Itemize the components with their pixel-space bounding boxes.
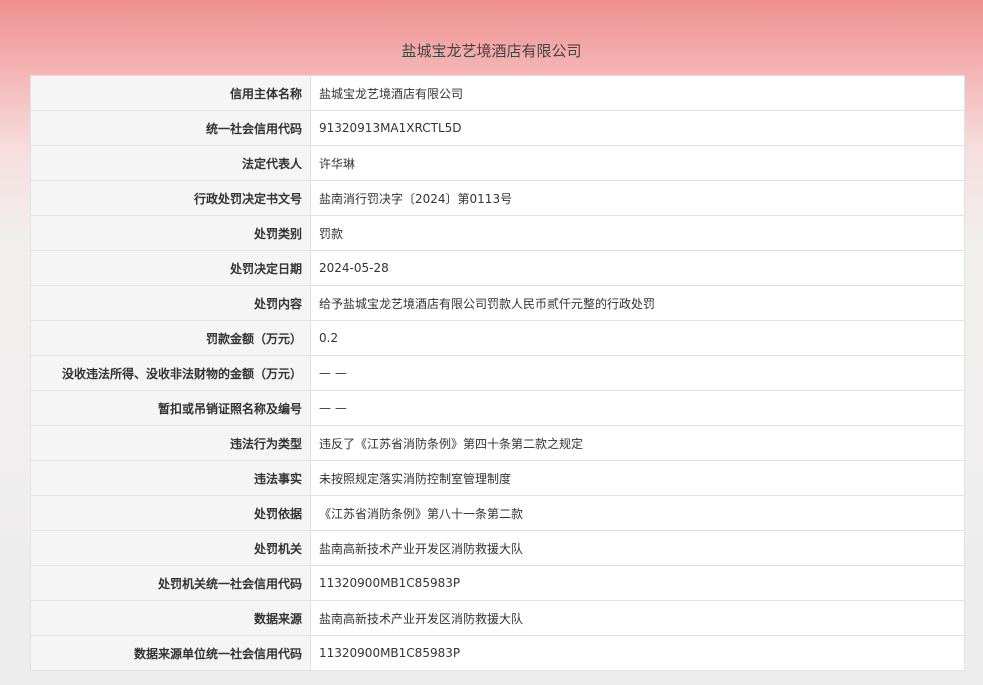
row-value: 0.2	[310, 320, 965, 356]
table-row: 处罚内容 给予盐城宝龙艺境酒店有限公司罚款人民币贰仟元整的行政处罚	[30, 285, 965, 321]
row-label: 信用主体名称	[30, 75, 311, 111]
row-value: 11320900MB1C85983P	[310, 635, 965, 671]
table-row: 处罚依据 《江苏省消防条例》第八十一条第二款	[30, 495, 965, 531]
row-value: 2024-05-28	[310, 250, 965, 286]
row-label: 处罚依据	[30, 495, 311, 531]
table-row: 处罚机关 盐南高新技术产业开发区消防救援大队	[30, 530, 965, 566]
row-value: 违反了《江苏省消防条例》第四十条第二款之规定	[310, 425, 965, 461]
table-row: 违法行为类型 违反了《江苏省消防条例》第四十条第二款之规定	[30, 425, 965, 461]
row-label: 违法行为类型	[30, 425, 311, 461]
table-row: 信用主体名称 盐城宝龙艺境酒店有限公司	[30, 75, 965, 111]
row-value: 盐南消行罚决字〔2024〕第0113号	[310, 180, 965, 216]
row-value: 91320913MA1XRCTL5D	[310, 110, 965, 146]
table-row: 法定代表人 许华琳	[30, 145, 965, 181]
table-row: 数据来源单位统一社会信用代码 11320900MB1C85983P	[30, 635, 965, 671]
row-value: 罚款	[310, 215, 965, 251]
row-label: 处罚内容	[30, 285, 311, 321]
credit-info-table: 信用主体名称 盐城宝龙艺境酒店有限公司 统一社会信用代码 91320913MA1XR…	[30, 75, 965, 671]
page-title: 盐城宝龙艺境酒店有限公司	[401, 42, 582, 60]
row-value: 许华琳	[310, 145, 965, 181]
row-label: 行政处罚决定书文号	[30, 180, 311, 216]
table-row: 处罚决定日期 2024-05-28	[30, 250, 965, 286]
row-value: 未按照规定落实消防控制室管理制度	[310, 460, 965, 496]
table-row: 没收违法所得、没收非法财物的金额（万元） — —	[30, 355, 965, 391]
row-label: 数据来源单位统一社会信用代码	[30, 635, 311, 671]
row-value: 给予盐城宝龙艺境酒店有限公司罚款人民币贰仟元整的行政处罚	[310, 285, 965, 321]
row-value: 盐南高新技术产业开发区消防救援大队	[310, 600, 965, 636]
row-label: 统一社会信用代码	[30, 110, 311, 146]
row-label: 处罚类别	[30, 215, 311, 251]
table-row: 数据来源 盐南高新技术产业开发区消防救援大队	[30, 600, 965, 636]
row-value: 盐南高新技术产业开发区消防救援大队	[310, 530, 965, 566]
row-label: 处罚决定日期	[30, 250, 311, 286]
table-row: 统一社会信用代码 91320913MA1XRCTL5D	[30, 110, 965, 146]
table-row: 罚款金额（万元） 0.2	[30, 320, 965, 356]
row-label: 法定代表人	[30, 145, 311, 181]
row-label: 违法事实	[30, 460, 311, 496]
table-row: 处罚机关统一社会信用代码 11320900MB1C85983P	[30, 565, 965, 601]
row-value: 《江苏省消防条例》第八十一条第二款	[310, 495, 965, 531]
row-label: 罚款金额（万元）	[30, 320, 311, 356]
row-value: — —	[310, 390, 965, 426]
row-value: 11320900MB1C85983P	[310, 565, 965, 601]
row-value: 盐城宝龙艺境酒店有限公司	[310, 75, 965, 111]
table-row: 行政处罚决定书文号 盐南消行罚决字〔2024〕第0113号	[30, 180, 965, 216]
table-row: 违法事实 未按照规定落实消防控制室管理制度	[30, 460, 965, 496]
row-label: 处罚机关	[30, 530, 311, 566]
row-label: 数据来源	[30, 600, 311, 636]
row-label: 暂扣或吊销证照名称及编号	[30, 390, 311, 426]
row-value: — —	[310, 355, 965, 391]
table-row: 处罚类别 罚款	[30, 215, 965, 251]
table-row: 暂扣或吊销证照名称及编号 — —	[30, 390, 965, 426]
row-label: 处罚机关统一社会信用代码	[30, 565, 311, 601]
row-label: 没收违法所得、没收非法财物的金额（万元）	[30, 355, 311, 391]
